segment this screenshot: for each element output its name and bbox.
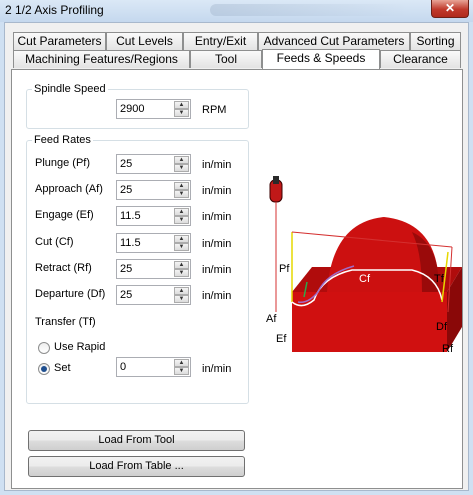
approach-label: Approach (Af) [35, 183, 103, 195]
plunge-feed-value: 25 [120, 158, 133, 170]
tab-label: Advanced Cut Parameters [263, 34, 405, 48]
tab-label: Machining Features/Regions [25, 52, 178, 66]
spin-down-icon[interactable]: ▼ [174, 367, 189, 375]
engage-feed-input[interactable]: 11.5 ▲ ▼ [116, 206, 191, 226]
transfer-label: Transfer (Tf) [35, 316, 96, 328]
diagram-label-pf: Pf [279, 263, 290, 275]
spin-down-icon[interactable]: ▼ [174, 109, 189, 117]
load-from-tool-button[interactable]: Load From Tool [28, 430, 245, 451]
spin-up-icon[interactable]: ▲ [174, 156, 189, 164]
transfer-feed-value: 0 [120, 361, 127, 373]
spin-up-icon[interactable]: ▲ [174, 208, 189, 216]
tab-cut-levels[interactable]: Cut Levels [106, 32, 183, 50]
tab-cut-parameters[interactable]: Cut Parameters [13, 32, 106, 50]
tab-label: Entry/Exit [194, 34, 247, 48]
spindle-speed-unit: RPM [202, 104, 227, 116]
cut-unit: in/min [202, 238, 232, 250]
spin-up-icon[interactable]: ▲ [174, 287, 189, 295]
diagram-label-rf: Rf [442, 343, 454, 355]
tab-entry-exit[interactable]: Entry/Exit [183, 32, 258, 50]
spin-down-icon[interactable]: ▼ [174, 243, 189, 251]
tab-label: Feeds & Speeds [276, 51, 366, 65]
cut-label: Cut (Cf) [35, 236, 74, 248]
use-rapid-label[interactable]: Use Rapid [54, 341, 105, 353]
close-icon: ✕ [444, 1, 456, 15]
spin-down-icon[interactable]: ▼ [174, 295, 189, 303]
plunge-feed-input[interactable]: 25 ▲ ▼ [116, 154, 191, 174]
spin-down-icon[interactable]: ▼ [174, 164, 189, 172]
tab-label: Cut Levels [116, 34, 173, 48]
approach-unit: in/min [202, 185, 232, 197]
departure-feed-input[interactable]: 25 ▲ ▼ [116, 285, 191, 305]
spindle-speed-input[interactable]: 2900 ▲ ▼ [116, 99, 191, 119]
spin-up-icon[interactable]: ▲ [174, 359, 189, 367]
departure-feed-value: 25 [120, 289, 133, 301]
spin-up-icon[interactable]: ▲ [174, 101, 189, 109]
approach-feed-input[interactable]: 25 ▲ ▼ [116, 180, 191, 200]
plunge-unit: in/min [202, 159, 232, 171]
diagram-label-af: Af [266, 313, 277, 325]
feed-rates-label: Feed Rates [32, 134, 93, 146]
tab-label: Tool [214, 52, 237, 66]
part-front-face [292, 292, 447, 352]
tab-label: Sorting [416, 34, 455, 48]
spin-up-icon[interactable]: ▲ [174, 235, 189, 243]
set-radio[interactable] [38, 363, 50, 375]
spin-down-icon[interactable]: ▼ [174, 190, 189, 198]
window-title: 2 1/2 Axis Profiling [5, 3, 104, 17]
load-from-table-button[interactable]: Load From Table ... [28, 456, 245, 477]
tab-feeds-speeds[interactable]: Feeds & Speeds [262, 49, 380, 69]
cut-feed-value: 11.5 [120, 237, 141, 249]
engage-feed-value: 11.5 [120, 210, 141, 222]
spin-down-icon[interactable]: ▼ [174, 269, 189, 277]
tab-clearance[interactable]: Clearance [380, 50, 461, 68]
title-bar: 2 1/2 Axis Profiling [0, 0, 473, 22]
departure-unit: in/min [202, 290, 232, 302]
spin-up-icon[interactable]: ▲ [174, 261, 189, 269]
use-rapid-radio[interactable] [38, 342, 50, 354]
feed-rates-diagram: Pf Cf Tf Af Ef Df Rf [266, 176, 462, 355]
diagram-label-cf: Cf [359, 273, 371, 285]
tab-tool[interactable]: Tool [190, 50, 262, 68]
engage-label: Engage (Ef) [35, 209, 94, 221]
tab-advanced-cut-parameters[interactable]: Advanced Cut Parameters [258, 32, 410, 50]
spin-down-icon[interactable]: ▼ [174, 216, 189, 224]
tool-shank [273, 176, 279, 184]
dialog-frame: Cut Parameters Cut Levels Entry/Exit Adv… [4, 22, 469, 491]
retract-label: Retract (Rf) [35, 262, 92, 274]
tab-label: Cut Parameters [17, 34, 102, 48]
set-label[interactable]: Set [54, 362, 71, 374]
transfer-unit: in/min [202, 363, 232, 375]
diagram-label-df: Df [436, 321, 448, 333]
tab-machining-features-regions[interactable]: Machining Features/Regions [13, 50, 190, 68]
approach-feed-value: 25 [120, 184, 133, 196]
departure-label: Departure (Df) [35, 288, 106, 300]
tab-sorting[interactable]: Sorting [410, 32, 461, 50]
feeds-speeds-panel: Spindle Speed 2900 ▲ ▼ RPM Feed Rates Plu… [11, 69, 463, 489]
retract-feed-input[interactable]: 25 ▲ ▼ [116, 259, 191, 279]
spindle-speed-label: Spindle Speed [32, 83, 108, 95]
cut-feed-input[interactable]: 11.5 ▲ ▼ [116, 233, 191, 253]
retract-unit: in/min [202, 264, 232, 276]
diagram-label-tf: Tf [434, 273, 445, 285]
title-bar-blur [210, 4, 410, 16]
spindle-speed-value: 2900 [120, 103, 145, 115]
close-button[interactable]: ✕ [431, 0, 469, 18]
spin-up-icon[interactable]: ▲ [174, 182, 189, 190]
diagram-label-ef: Ef [276, 333, 287, 345]
engage-unit: in/min [202, 211, 232, 223]
transfer-feed-input[interactable]: 0 ▲ ▼ [116, 357, 191, 377]
plunge-label: Plunge (Pf) [35, 157, 91, 169]
retract-feed-value: 25 [120, 263, 133, 275]
tab-label: Clearance [393, 52, 448, 66]
